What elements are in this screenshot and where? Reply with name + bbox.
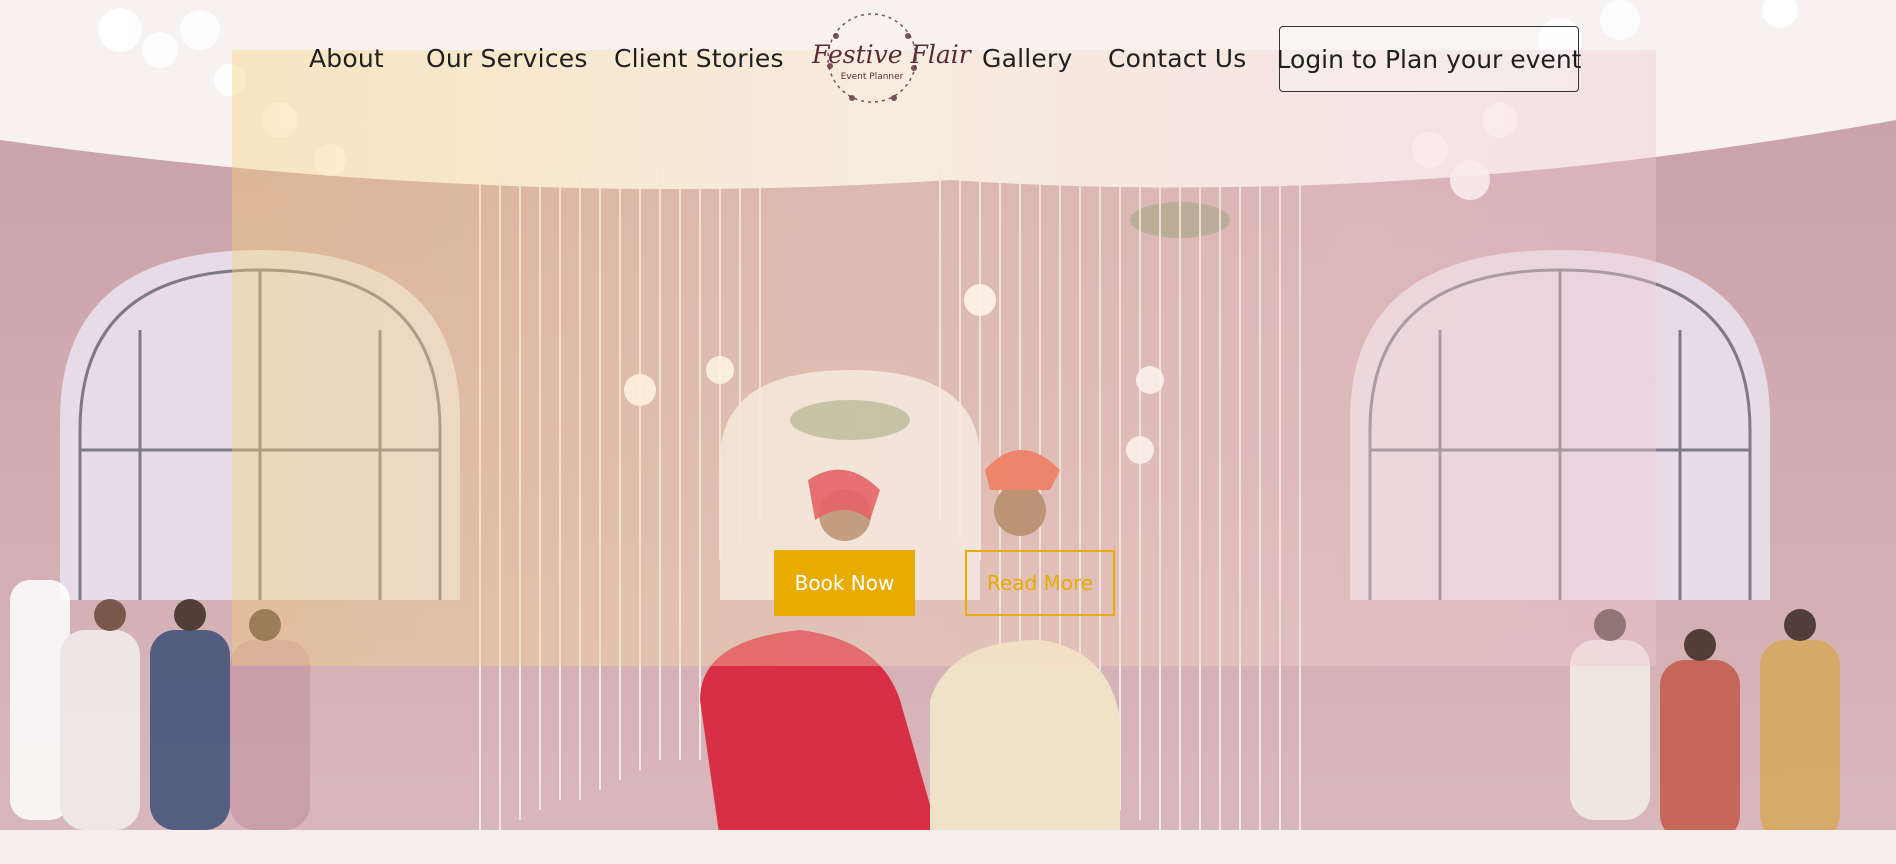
nav-gallery[interactable]: Gallery	[982, 44, 1072, 73]
logo-subtitle: Event Planner	[840, 72, 904, 82]
read-more-button[interactable]: Read More	[965, 550, 1115, 616]
hero-overlay	[232, 50, 1656, 666]
nav-client-stories[interactable]: Client Stories	[614, 44, 784, 73]
logo-title: Festive Flair	[812, 40, 971, 69]
login-button[interactable]: Login to Plan your event	[1277, 26, 1581, 92]
nav-contact-us[interactable]: Contact Us	[1108, 44, 1247, 73]
hero-background	[0, 0, 1896, 864]
book-now-button[interactable]: Book Now	[774, 550, 915, 616]
nav-our-services[interactable]: Our Services	[426, 44, 588, 73]
brand-logo[interactable]: Festive Flair Event Planner	[812, 6, 971, 110]
nav-about[interactable]: About	[309, 44, 384, 73]
